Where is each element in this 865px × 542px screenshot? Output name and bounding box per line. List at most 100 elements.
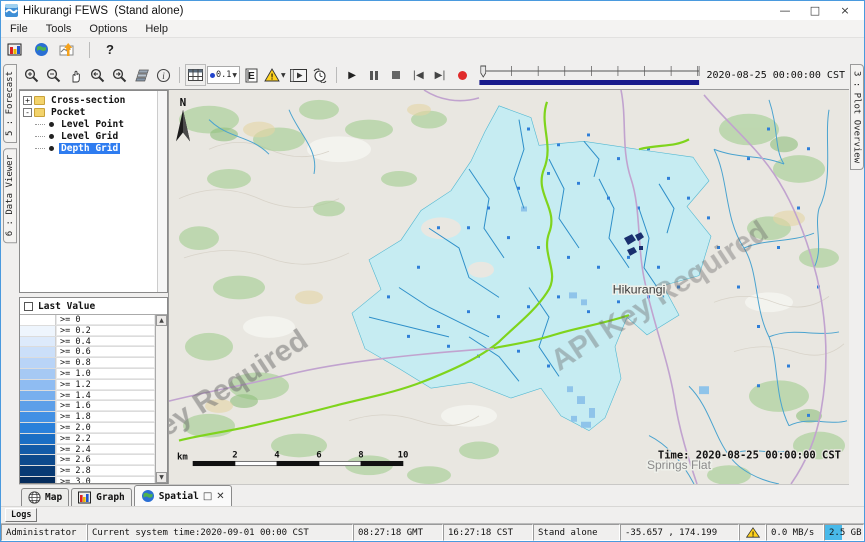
tab-map[interactable]: Map — [21, 488, 69, 506]
chevron-down-icon: ▼ — [281, 72, 286, 79]
panel-maximize-icon[interactable]: □ — [203, 491, 212, 502]
tab-spatial-label: Spatial — [159, 491, 199, 502]
legend-color-swatch — [20, 445, 56, 455]
stop-button[interactable] — [386, 64, 407, 86]
legend-color-swatch — [20, 380, 56, 390]
globe-icon[interactable] — [31, 40, 51, 60]
legend-row: >= 1.0 — [20, 369, 155, 380]
last-frame-button[interactable]: ▶| — [430, 64, 451, 86]
scroll-up-icon[interactable]: ▲ — [156, 315, 167, 326]
tree-connector — [35, 148, 45, 149]
tree-item[interactable]: + Cross-section — [21, 94, 156, 106]
status-warning-cell[interactable]: ! — [739, 524, 766, 541]
tab-data-viewer[interactable]: 6 : Data Viewer — [3, 148, 17, 243]
legend-color-swatch — [20, 358, 56, 368]
map-viewport[interactable]: API Key Required API Key Required Hikura… — [169, 90, 849, 484]
record-movie-button[interactable] — [452, 64, 473, 86]
grid-display-icon[interactable] — [185, 64, 206, 86]
zoom-previous-icon[interactable] — [87, 64, 108, 86]
last-value-label: Last Value — [38, 301, 95, 312]
legend-row: >= 3.0 — [20, 477, 155, 483]
current-datetime: 2020-08-25 00:00:00 CST — [707, 70, 847, 81]
panel-close-icon[interactable]: ✕ — [216, 491, 224, 502]
toolbar-separator — [89, 42, 90, 58]
help-icon[interactable]: ? — [100, 40, 120, 60]
precision-dot-icon — [210, 73, 215, 78]
explorer-icon[interactable] — [5, 40, 25, 60]
town-label: Hikurangi — [613, 282, 666, 296]
svg-text:6: 6 — [316, 450, 321, 460]
menu-tools[interactable]: Tools — [37, 23, 81, 35]
pause-button[interactable] — [364, 64, 385, 86]
legend-class-label: >= 0.4 — [56, 337, 155, 347]
profile-icon[interactable]: E — [241, 64, 262, 86]
menu-options[interactable]: Options — [80, 23, 136, 35]
legend-color-swatch — [20, 391, 56, 401]
zoom-in-icon[interactable] — [21, 64, 42, 86]
label-precision-dropdown[interactable]: 0.1 ▼ — [207, 66, 240, 84]
status-system-time: Current system time:2020-09-01 00:00 CST — [87, 524, 353, 541]
tree-scrollbar[interactable] — [157, 91, 167, 292]
tab-spatial[interactable]: Spatial □ ✕ — [134, 485, 232, 506]
tree-item-label[interactable]: Cross-section — [49, 95, 127, 106]
scroll-down-icon[interactable]: ▼ — [156, 472, 167, 483]
zoom-next-icon[interactable] — [109, 64, 130, 86]
status-local-time: 16:27:18 CST — [443, 524, 533, 541]
first-frame-button[interactable]: |◀ — [408, 64, 429, 86]
tree-item-label[interactable]: Level Point — [59, 119, 126, 130]
tree-connector — [35, 124, 45, 125]
legend-class-label: >= 1.0 — [56, 369, 155, 379]
map-canvas: API Key Required API Key Required Hikura… — [169, 90, 849, 484]
legend-class-label: >= 3.0 — [56, 477, 155, 483]
legend-color-swatch — [20, 434, 56, 444]
svg-text:!: ! — [271, 72, 274, 82]
zoom-out-icon[interactable] — [43, 64, 64, 86]
legend-row: >= 2.8 — [20, 466, 155, 477]
legend-color-swatch — [20, 315, 56, 325]
legend-class-label: >= 1.8 — [56, 412, 155, 422]
svg-text:km: km — [177, 452, 188, 462]
legend-row: >= 2.2 — [20, 434, 155, 445]
tree-item[interactable]: Level Grid — [21, 130, 156, 142]
time-settings-icon[interactable] — [310, 64, 331, 86]
svg-text:10: 10 — [398, 450, 409, 460]
tab-graph[interactable]: Graph — [71, 488, 132, 506]
animation-icon[interactable] — [288, 64, 309, 86]
tree-item-label[interactable]: Level Grid — [59, 131, 120, 142]
layers-icon[interactable] — [131, 64, 152, 86]
bottom-tab-bar: Map Graph Spatial □ ✕ — [19, 484, 849, 506]
tree-item-label[interactable]: Depth Grid — [59, 143, 120, 154]
last-value-checkbox[interactable] — [24, 302, 33, 311]
warning-threshold-dropdown[interactable]: !▼ — [263, 64, 287, 86]
tree-item[interactable]: Level Point — [21, 118, 156, 130]
info-icon[interactable]: i — [153, 64, 174, 86]
logs-button[interactable]: Logs — [5, 508, 37, 522]
minimize-button[interactable]: — — [770, 2, 800, 19]
menu-help[interactable]: Help — [136, 23, 177, 35]
legend-scrollbar[interactable]: ▲ ▼ — [155, 315, 167, 483]
play-button[interactable]: ▶ — [342, 64, 363, 86]
tree-item[interactable]: Depth Grid — [21, 142, 156, 154]
legend-color-swatch — [20, 412, 56, 422]
warning-icon: ! — [746, 527, 760, 538]
toolbar-separator — [336, 67, 337, 83]
maximize-button[interactable]: □ — [800, 2, 830, 19]
tree-expander-icon[interactable]: - — [23, 108, 32, 117]
tree-expander-icon[interactable]: + — [23, 96, 32, 105]
tab-map-label: Map — [45, 492, 62, 503]
legend-rows: >= 0>= 0.2>= 0.4>= 0.6>= 0.8>= 1.0>= 1.2… — [20, 315, 155, 483]
svg-text:E: E — [248, 71, 255, 82]
legend-class-label: >= 0.6 — [56, 347, 155, 357]
tab-forecast[interactable]: 5 : Forecast — [3, 64, 17, 143]
close-button[interactable]: × — [830, 2, 860, 19]
menu-bar: File Tools Options Help — [1, 20, 864, 38]
timeseries-icon[interactable] — [57, 40, 79, 60]
tree-item-label[interactable]: Pocket — [49, 107, 87, 118]
menu-file[interactable]: File — [1, 23, 37, 35]
title-bar: Hikurangi FEWS (Stand alone) — □ × — [1, 1, 864, 20]
status-coordinates: -35.657 , 174.199 — [620, 524, 739, 541]
time-slider[interactable] — [478, 63, 702, 87]
tree-item[interactable]: - Pocket — [21, 106, 156, 118]
pan-hand-icon[interactable] — [65, 64, 86, 86]
tab-plot-overview[interactable]: 3 : Plot Overview — [850, 64, 864, 170]
